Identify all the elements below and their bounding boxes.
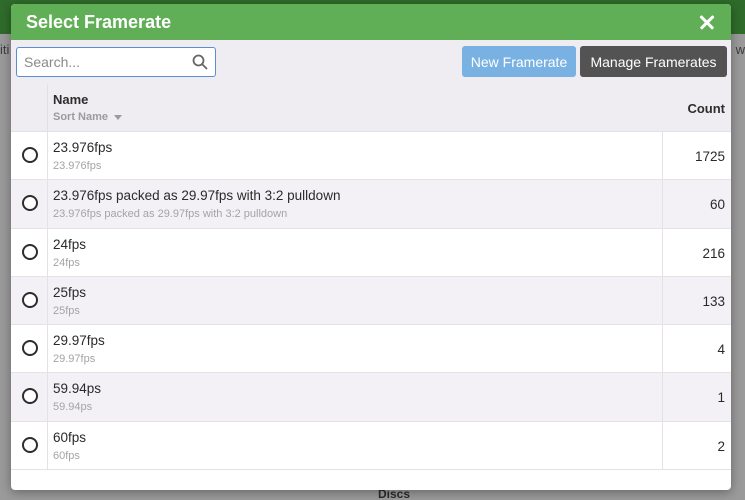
cell-divider	[662, 325, 663, 373]
row-name: 23.976fps packed as 29.97fps with 3:2 pu…	[53, 188, 341, 204]
row-radio[interactable]	[22, 388, 38, 405]
row-radio[interactable]	[22, 195, 38, 212]
search-input[interactable]	[17, 48, 187, 76]
sort-name-control[interactable]: Sort Name	[53, 111, 123, 123]
header-divider	[47, 84, 48, 132]
row-name: 24fps	[53, 236, 87, 252]
table-row[interactable]: 29.97fps 29.97fps 4	[11, 325, 731, 374]
table-row[interactable]: 60fps 60fps 2	[11, 421, 731, 471]
row-sort-name: 24fps	[53, 256, 80, 269]
row-count: 216	[702, 245, 725, 261]
cell-divider	[662, 373, 663, 421]
row-radio[interactable]	[22, 147, 38, 163]
row-name: 59.94ps	[53, 381, 102, 397]
table-row[interactable]: 59.94ps 59.94ps 1	[11, 373, 731, 422]
row-count: 60	[709, 197, 725, 213]
row-count: 1	[717, 390, 725, 406]
cell-divider	[662, 132, 663, 180]
cell-divider	[662, 180, 663, 228]
search-icon[interactable]	[192, 54, 208, 70]
cell-divider	[47, 180, 48, 228]
row-name: 60fps	[53, 429, 87, 445]
row-sort-name: 25fps	[53, 304, 80, 317]
row-sort-name: 23.976fps packed as 29.97fps with 3:2 pu…	[53, 208, 288, 221]
cell-divider	[47, 373, 48, 421]
row-radio[interactable]	[22, 243, 38, 260]
modal-toolbar: New Framerate Manage Framerates	[11, 40, 731, 84]
table-row[interactable]: 23.976fps 23.976fps 1725	[11, 132, 731, 181]
modal-title: Select Framerate	[26, 11, 172, 32]
row-sort-name: 29.97fps	[53, 353, 96, 366]
background-text-fragment-left: iti	[0, 42, 10, 57]
row-count: 1725	[694, 149, 725, 164]
cell-divider	[662, 276, 663, 325]
table-row[interactable]: 24fps 24fps 216	[11, 228, 731, 277]
select-framerate-modal: Select Framerate New Framerate Manage Fr…	[11, 4, 731, 490]
modal-header: Select Framerate	[11, 4, 731, 40]
table-row[interactable]: 25fps 25fps 133	[11, 276, 731, 326]
row-sort-name: 23.976fps	[53, 160, 102, 172]
cell-divider	[662, 228, 663, 276]
cell-divider	[47, 276, 48, 325]
new-framerate-button[interactable]: New Framerate	[462, 46, 576, 77]
table-row[interactable]: 23.976fps packed as 29.97fps with 3:2 pu…	[11, 180, 731, 229]
row-radio[interactable]	[22, 340, 38, 357]
close-icon[interactable]	[697, 12, 717, 32]
sort-name-label: Sort Name	[53, 111, 109, 123]
framerate-table: Name Sort Name Count 23.976fps 23.976fps…	[11, 84, 731, 471]
column-header-count[interactable]: Count	[687, 101, 725, 116]
row-name: 29.97fps	[53, 333, 105, 349]
cell-divider	[47, 421, 48, 470]
row-count: 4	[717, 342, 725, 358]
row-name: 23.976fps	[53, 140, 113, 155]
row-sort-name: 59.94ps	[53, 401, 93, 414]
row-count: 2	[717, 438, 725, 454]
column-header-name[interactable]: Name	[53, 92, 88, 107]
row-count: 133	[702, 293, 725, 309]
cell-divider	[662, 421, 663, 470]
search-box	[16, 47, 216, 77]
row-name: 25fps	[53, 284, 87, 300]
background-text-fragment-right: w	[735, 42, 745, 57]
cell-divider	[47, 228, 48, 276]
chevron-down-icon	[114, 114, 123, 120]
row-sort-name: 60fps	[53, 449, 80, 462]
table-header: Name Sort Name Count	[11, 84, 731, 132]
row-radio[interactable]	[22, 291, 38, 308]
manage-framerates-button[interactable]: Manage Framerates	[580, 46, 727, 77]
row-radio[interactable]	[22, 436, 38, 453]
cell-divider	[47, 325, 48, 373]
cell-divider	[47, 132, 48, 180]
